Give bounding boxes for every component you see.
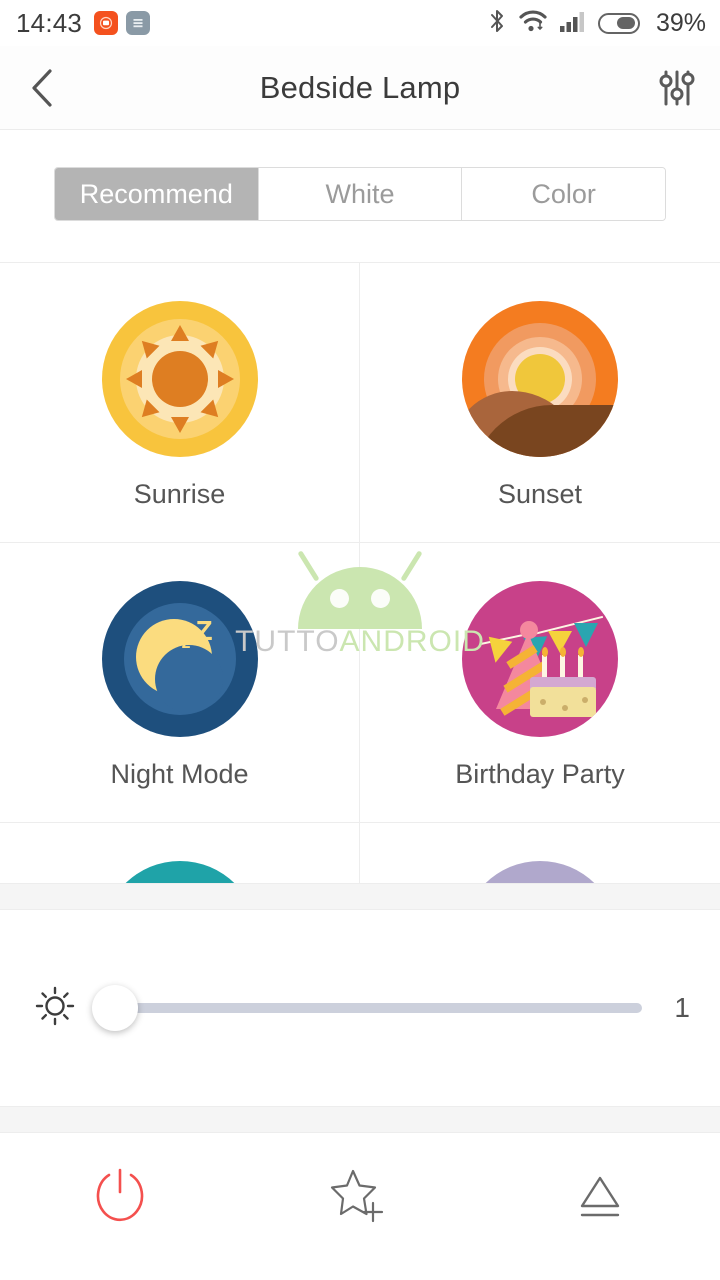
wifi-icon — [518, 8, 548, 39]
scene-label: Sunrise — [133, 479, 226, 509]
scene-item-birthday-party[interactable]: Birthday Party — [360, 543, 720, 823]
power-button[interactable] — [0, 1165, 240, 1227]
scene-label: Sunset — [497, 479, 583, 509]
mode-tabs: Recommend White Color — [54, 167, 666, 221]
brightness-row: 1 — [0, 910, 720, 1106]
tab-white[interactable]: White — [258, 168, 463, 220]
scene-label: Night Mode — [110, 759, 249, 789]
status-left-icons — [94, 11, 151, 35]
eject-button[interactable] — [480, 1166, 720, 1226]
notes-app-icon — [126, 11, 151, 35]
app-bar: Bedside Lamp — [0, 46, 720, 130]
sunset-icon — [462, 301, 618, 457]
power-icon — [96, 1168, 144, 1221]
night-mode-icon: Z z — [101, 581, 258, 737]
star-plus-icon — [330, 1169, 384, 1222]
scene-item-sunrise[interactable]: Sunrise — [0, 263, 360, 543]
scene-grid: Sunrise Sunset Z z Night Mode Birthday P… — [0, 263, 720, 883]
status-right-icons: 39% — [487, 8, 706, 39]
favorite-button[interactable] — [240, 1165, 480, 1227]
teal-scene-icon — [101, 861, 258, 883]
brightness-sun-icon — [32, 983, 78, 1034]
sunrise-icon — [101, 301, 258, 457]
mode-tabs-container: Recommend White Color — [0, 130, 720, 221]
scene-item-sunset[interactable]: Sunset — [360, 263, 720, 543]
lilac-scene-icon — [462, 861, 618, 883]
scene-label: Birthday Party — [455, 759, 625, 789]
section-divider-top — [0, 883, 720, 910]
bluetooth-icon — [487, 8, 507, 39]
tab-recommend[interactable]: Recommend — [55, 168, 259, 220]
scene-item-lilac[interactable] — [360, 823, 720, 883]
back-button[interactable] — [0, 65, 86, 111]
page-title: Bedside Lamp — [259, 69, 461, 105]
scene-item-teal[interactable] — [0, 823, 360, 883]
eject-icon — [580, 1176, 620, 1216]
brightness-slider[interactable] — [92, 985, 642, 1031]
brightness-value: 1 — [674, 992, 690, 1023]
camera-app-icon — [94, 11, 119, 35]
status-bar: 14:43 39% — [0, 0, 720, 46]
brightness-slider-track[interactable] — [114, 1003, 642, 1013]
birthday-party-icon — [462, 581, 618, 737]
status-time: 14:43 — [16, 7, 83, 38]
chevron-left-icon — [32, 68, 52, 107]
tab-color[interactable]: Color — [462, 168, 665, 220]
brightness-slider-thumb[interactable] — [92, 985, 138, 1031]
scene-item-night-mode[interactable]: Z z Night Mode — [0, 543, 360, 823]
battery-icon — [597, 12, 640, 34]
sliders-icon — [659, 70, 695, 105]
section-divider-bottom — [0, 1106, 720, 1133]
scene-grid-section[interactable]: Sunrise Sunset Z z Night Mode Birthday P… — [0, 262, 720, 883]
battery-percent: 39% — [655, 8, 706, 37]
settings-button[interactable] — [634, 67, 720, 109]
bottom-action-bar — [0, 1133, 720, 1258]
cellular-signal-icon — [559, 9, 587, 38]
